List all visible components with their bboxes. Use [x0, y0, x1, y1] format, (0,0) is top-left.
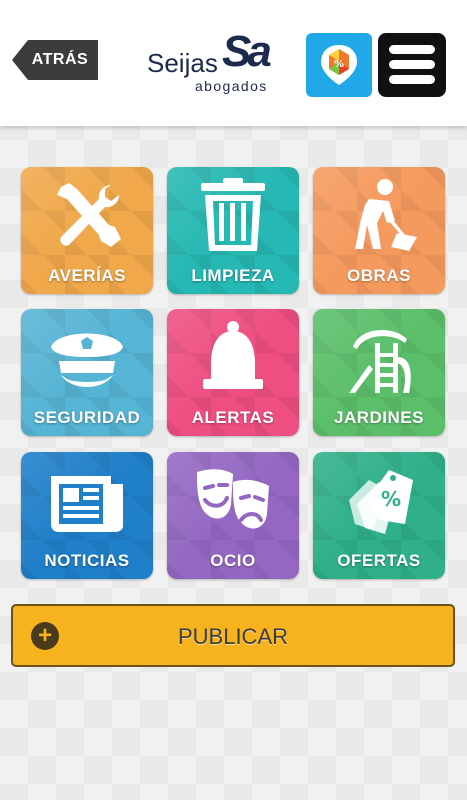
construction-worker-icon — [355, 179, 417, 251]
back-button-label: ATRÁS — [31, 51, 89, 68]
tile-label: AVERÍAS — [48, 266, 126, 285]
offers-app-icon[interactable]: % — [306, 33, 372, 97]
playground-icon — [349, 329, 411, 393]
tile-label: ALERTAS — [191, 408, 275, 427]
logo-subtitle: abogados — [195, 78, 268, 94]
tile-label: OFERTAS — [337, 551, 421, 570]
price-tags-icon: % — [349, 470, 413, 534]
tile-noticias[interactable]: NOTICIAS — [21, 452, 153, 579]
tile-jardines[interactable]: JARDINES — [313, 309, 445, 436]
back-button[interactable]: ATRÁS — [12, 40, 98, 80]
tile-seguridad[interactable]: SEGURIDAD — [21, 309, 153, 436]
newspaper-icon — [51, 476, 123, 532]
police-cap-icon — [51, 333, 123, 387]
bell-icon — [203, 321, 263, 389]
tile-limpieza[interactable]: LIMPIEZA — [167, 167, 299, 294]
logo-mark: Sa — [222, 27, 272, 76]
app-header: ATRÁS Seijas Sa abogados % — [0, 0, 467, 126]
logo-name: Seijas — [147, 48, 218, 78]
tile-label: OCIO — [210, 551, 256, 570]
tile-label: NOTICIAS — [44, 551, 130, 570]
tile-label: JARDINES — [334, 408, 424, 427]
tile-ocio[interactable]: OCIO — [167, 452, 299, 579]
publish-button-label: PUBLICAR — [177, 624, 289, 649]
tile-label: OBRAS — [347, 266, 411, 285]
trash-can-icon — [201, 178, 265, 251]
tools-icon — [57, 183, 121, 247]
tile-ofertas[interactable]: % OFERTAS — [313, 452, 445, 579]
hamburger-menu-icon[interactable] — [378, 33, 446, 97]
svg-text:%: % — [334, 59, 344, 70]
svg-text:%: % — [381, 487, 401, 511]
logo: Seijas Sa abogados — [147, 30, 272, 95]
theater-masks-icon — [197, 469, 269, 529]
tile-label: LIMPIEZA — [191, 266, 275, 285]
tile-averias[interactable]: AVERÍAS — [21, 167, 153, 294]
tile-alertas[interactable]: ALERTAS — [167, 309, 299, 436]
tile-obras[interactable]: OBRAS — [313, 167, 445, 294]
tile-label: SEGURIDAD — [33, 408, 141, 427]
publish-button[interactable]: + PUBLICAR — [11, 604, 455, 667]
